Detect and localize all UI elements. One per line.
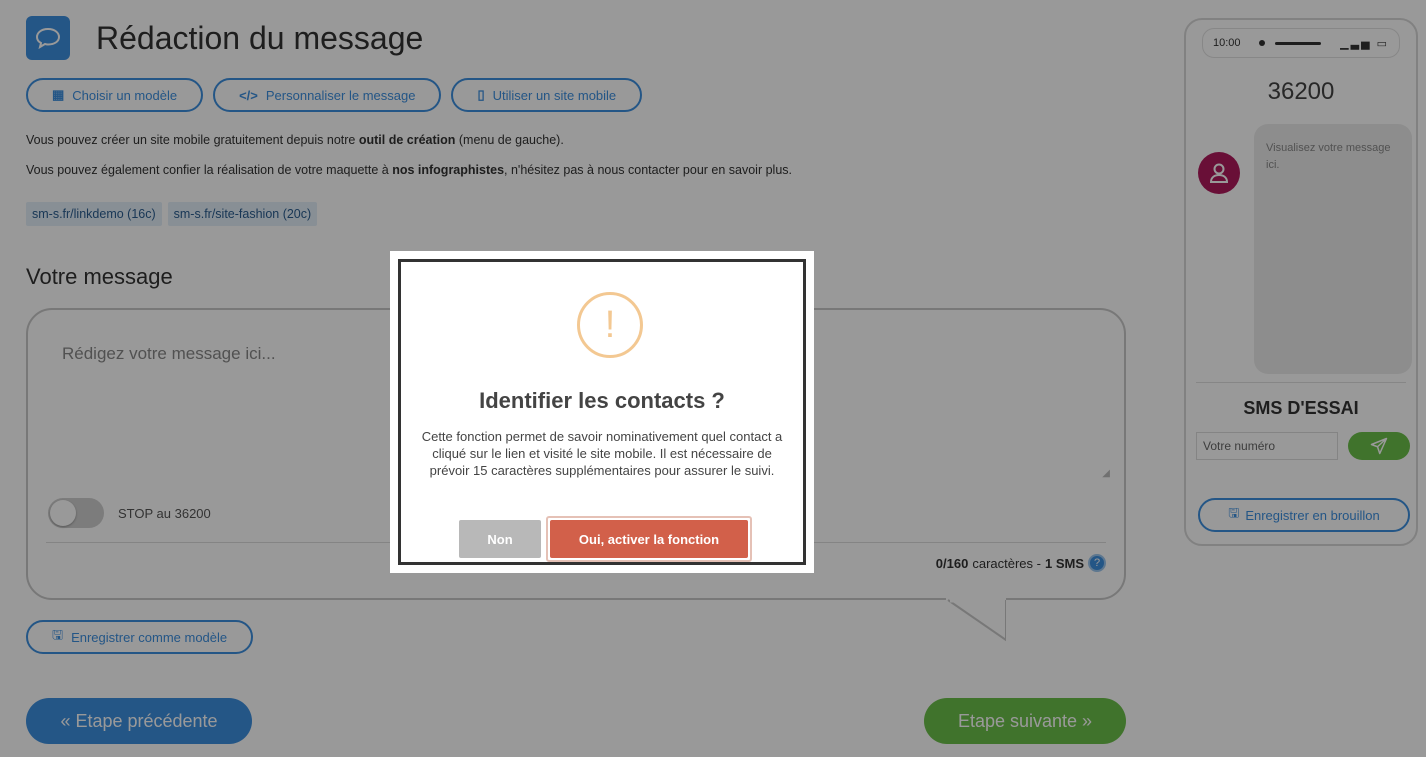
identify-contacts-dialog: ! Identifier les contacts ? Cette foncti… [390,251,814,573]
dialog-frame: ! Identifier les contacts ? Cette foncti… [398,259,806,565]
confirm-button-focus-ring: Oui, activer la fonction [546,516,752,562]
warning-icon: ! [577,292,643,358]
dialog-message: Cette fonction permet de savoir nominati… [421,429,783,479]
no-button[interactable]: Non [459,520,541,558]
activate-function-button[interactable]: Oui, activer la fonction [550,520,748,558]
exclamation-mark: ! [604,303,616,346]
dialog-title: Identifier les contacts ? [479,388,725,413]
